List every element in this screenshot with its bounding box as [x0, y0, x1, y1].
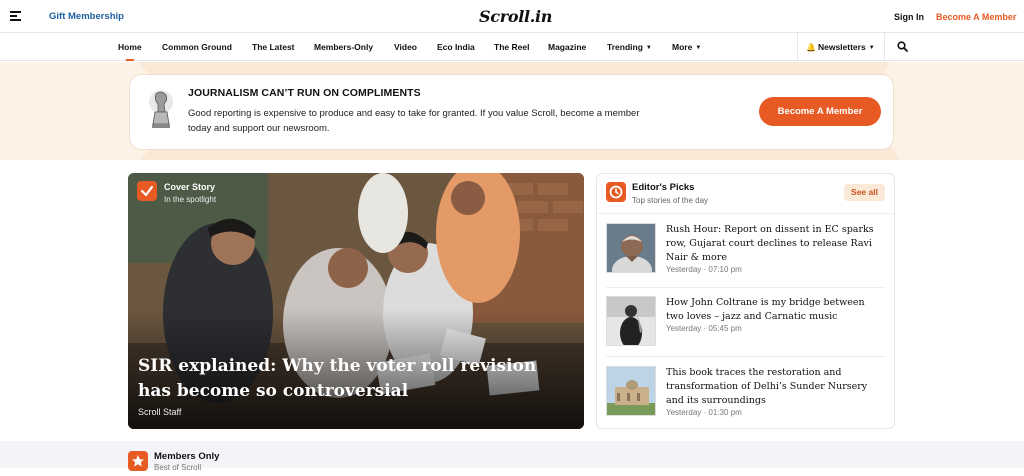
- nav-label: The Reel: [494, 42, 530, 52]
- menu-icon[interactable]: [10, 11, 21, 21]
- statue-illustration: [149, 90, 173, 128]
- become-member-button[interactable]: Become A Member: [759, 97, 881, 126]
- caret-down-icon: ▼: [695, 45, 702, 51]
- banner-text: Good reporting is expensive to produce a…: [188, 108, 640, 134]
- members-only-title: Members Only: [154, 451, 220, 462]
- divider: [606, 356, 885, 357]
- clock-icon: [606, 182, 626, 202]
- site-logo[interactable]: Scroll.in: [479, 7, 552, 26]
- nav-item-common-ground[interactable]: Common Ground: [162, 42, 232, 52]
- nav-item-members-only[interactable]: Members-Only: [314, 42, 373, 52]
- nav-label: The Latest: [252, 42, 295, 52]
- nav-item-more[interactable]: More ▼: [672, 42, 701, 52]
- newsletters-dropdown[interactable]: 🔔 Newsletters ▼: [806, 42, 875, 52]
- story-title[interactable]: How John Coltrane is my bridge between t…: [666, 296, 881, 324]
- nav-label: Common Ground: [162, 42, 232, 52]
- star-icon: [128, 451, 148, 471]
- cover-story-headline[interactable]: SIR explained: Why the voter roll revisi…: [138, 354, 568, 404]
- nav-label: Eco India: [437, 42, 475, 52]
- story-thumbnail: [606, 296, 656, 346]
- nav-label: Magazine: [548, 42, 587, 52]
- decorative-shape: [880, 62, 1024, 160]
- cover-story-author[interactable]: Scroll Staff: [138, 407, 181, 417]
- nav-label: More: [672, 42, 693, 52]
- top-bar: Gift Membership Scroll.in Sign In Become…: [0, 0, 1024, 33]
- nav-item-the-reel[interactable]: The Reel: [494, 42, 529, 52]
- bell-icon: 🔔: [806, 43, 816, 52]
- story-time: Yesterday · 01:30 pm: [666, 408, 742, 417]
- nav-item-trending[interactable]: Trending ▼: [607, 42, 652, 52]
- gift-membership-link[interactable]: Gift Membership: [49, 11, 124, 22]
- check-icon: [137, 181, 157, 201]
- nav-divider: [884, 33, 885, 61]
- become-member-link[interactable]: Become A Member: [936, 12, 1016, 22]
- nav-label: Video: [394, 42, 417, 52]
- nav-label: Home: [118, 42, 142, 52]
- story-title[interactable]: This book traces the restoration and tra…: [666, 366, 881, 408]
- story-time: Yesterday · 07:10 pm: [666, 265, 742, 274]
- editors-picks-title: Editor's Picks: [632, 182, 695, 193]
- see-all-button[interactable]: See all: [844, 184, 885, 201]
- newsletters-label: Newsletters: [817, 42, 866, 52]
- divider: [597, 213, 894, 214]
- nav-item-video[interactable]: Video: [394, 42, 417, 52]
- divider: [606, 287, 885, 288]
- story-thumbnail: [606, 366, 656, 416]
- story-title[interactable]: Rush Hour: Report on dissent in EC spark…: [666, 223, 881, 265]
- story-thumbnail: [606, 223, 656, 273]
- nav-item-the-latest[interactable]: The Latest: [252, 42, 295, 52]
- sign-in-link[interactable]: Sign In: [894, 12, 924, 22]
- nav-divider: [797, 33, 798, 61]
- editors-picks-subtitle: Top stories of the day: [632, 196, 709, 205]
- search-icon[interactable]: [897, 41, 908, 52]
- caret-down-icon: ▼: [645, 45, 652, 51]
- story-time: Yesterday · 05:45 pm: [666, 324, 742, 333]
- caret-down-icon: ▼: [868, 45, 875, 51]
- banner-title: JOURNALISM CAN’T RUN ON COMPLIMENTS: [188, 87, 421, 99]
- main-nav: Home Common Ground The Latest Members-On…: [0, 33, 1024, 61]
- nav-item-home[interactable]: Home: [118, 42, 142, 61]
- nav-label: Trending: [607, 42, 643, 52]
- nav-item-eco-india[interactable]: Eco India: [437, 42, 475, 52]
- nav-label: Members-Only: [314, 42, 374, 52]
- cover-story-sublabel: In the spotlight: [164, 195, 217, 204]
- cover-story-label: Cover Story: [164, 182, 216, 192]
- nav-item-magazine[interactable]: Magazine: [548, 42, 586, 52]
